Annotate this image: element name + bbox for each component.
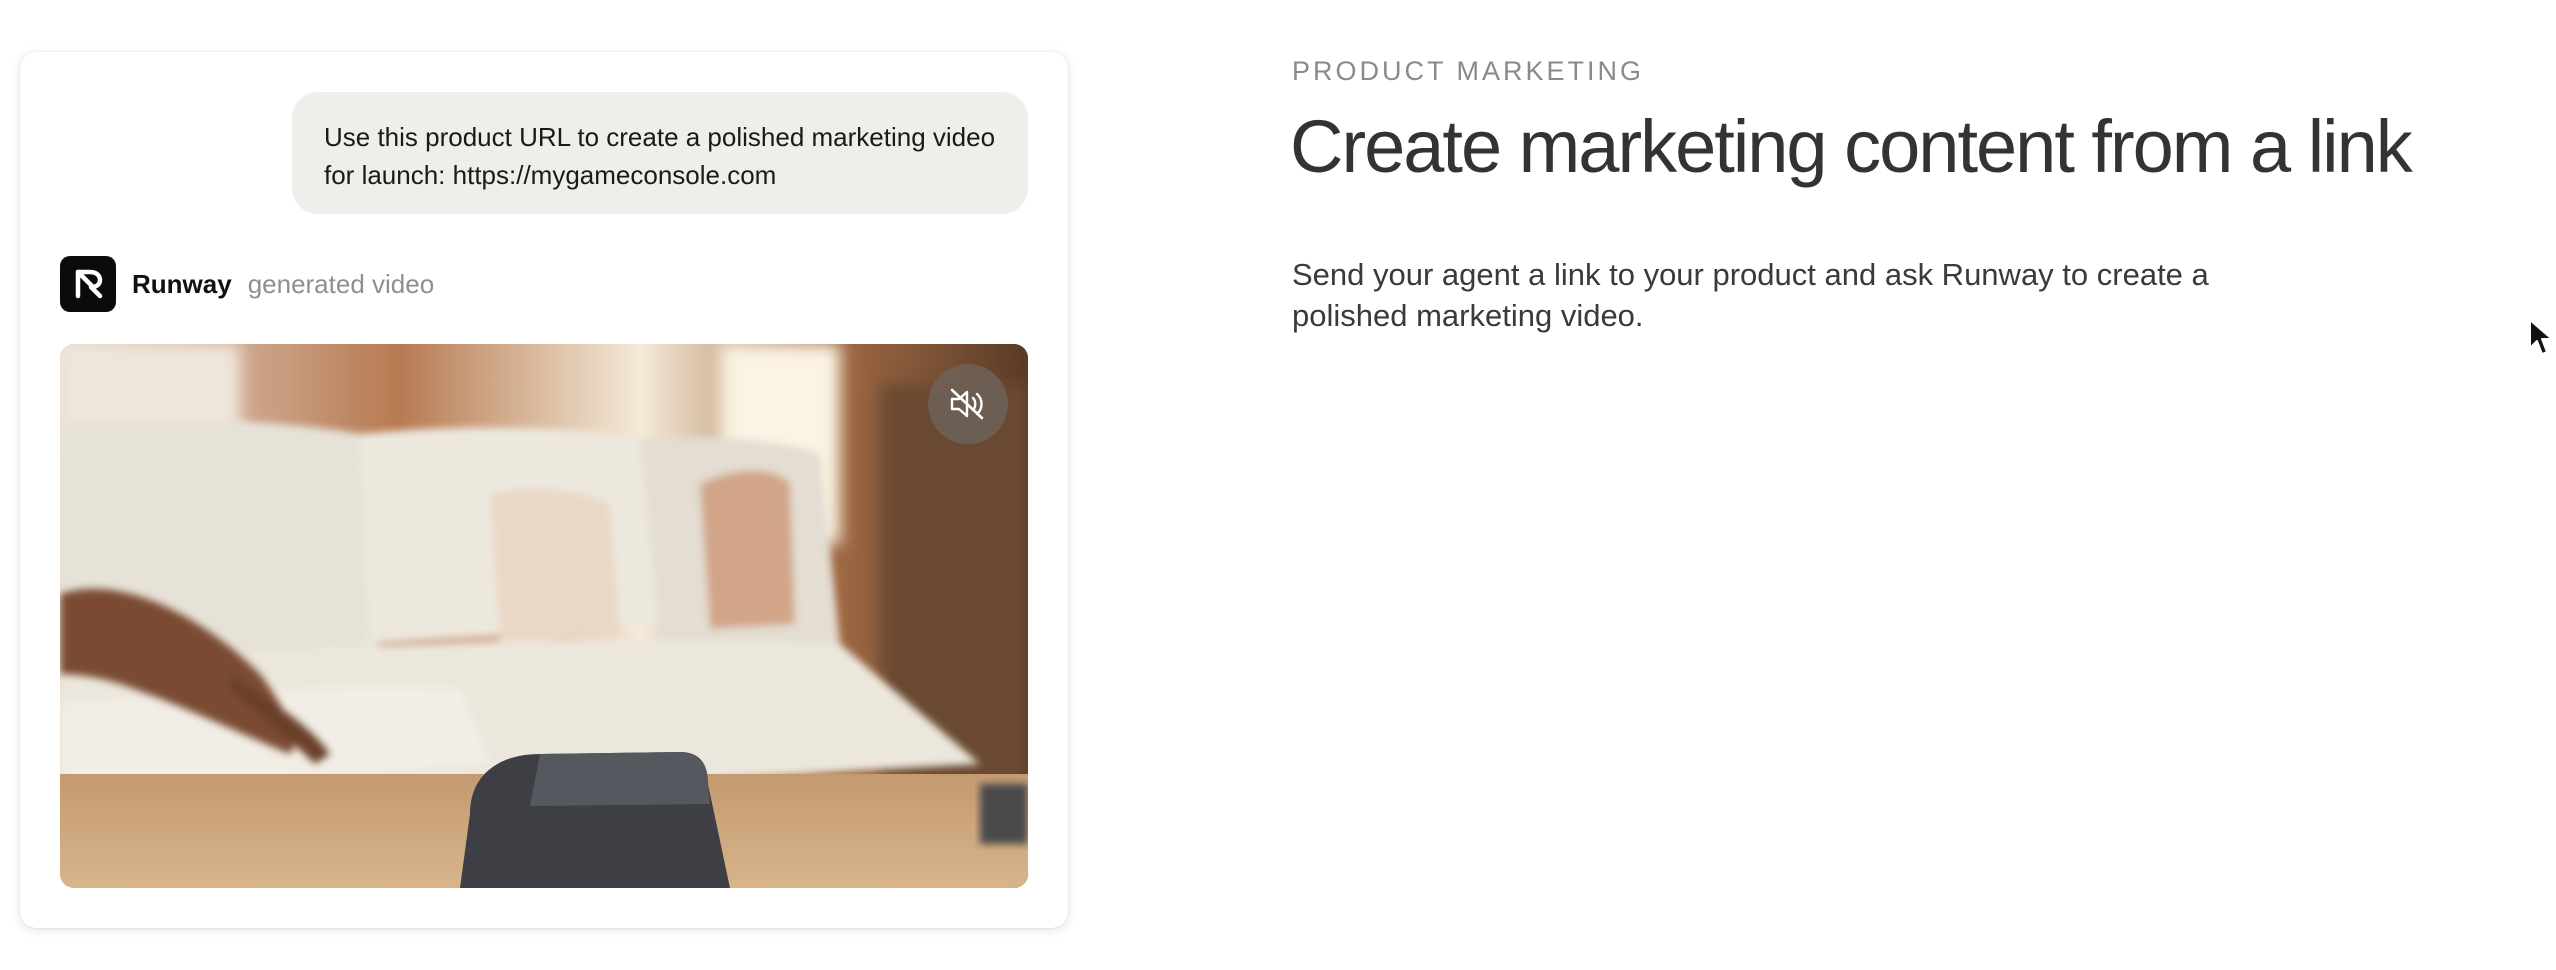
volume-muted-icon (950, 388, 984, 420)
agent-status: generated video (247, 268, 435, 299)
runway-logo-icon (60, 256, 116, 312)
section-eyebrow: PRODUCT MARKETING (1292, 56, 1645, 86)
page-title: Create marketing content from a link (1290, 105, 2413, 188)
agent-name: Runway (132, 268, 232, 299)
mute-toggle-button[interactable] (928, 364, 1008, 444)
section-description: Send your agent a link to your product a… (1292, 257, 2209, 333)
chat-card: Use this product URL to create a polishe… (20, 52, 1068, 928)
page: Use this product URL to create a polishe… (0, 0, 2556, 970)
video-frame-image (60, 344, 1028, 888)
mouse-cursor-icon (2529, 319, 2553, 355)
generated-video[interactable] (60, 344, 1028, 888)
user-message-bubble: Use this product URL to create a polishe… (292, 92, 1028, 214)
agent-header: Runway generated video (60, 256, 434, 312)
